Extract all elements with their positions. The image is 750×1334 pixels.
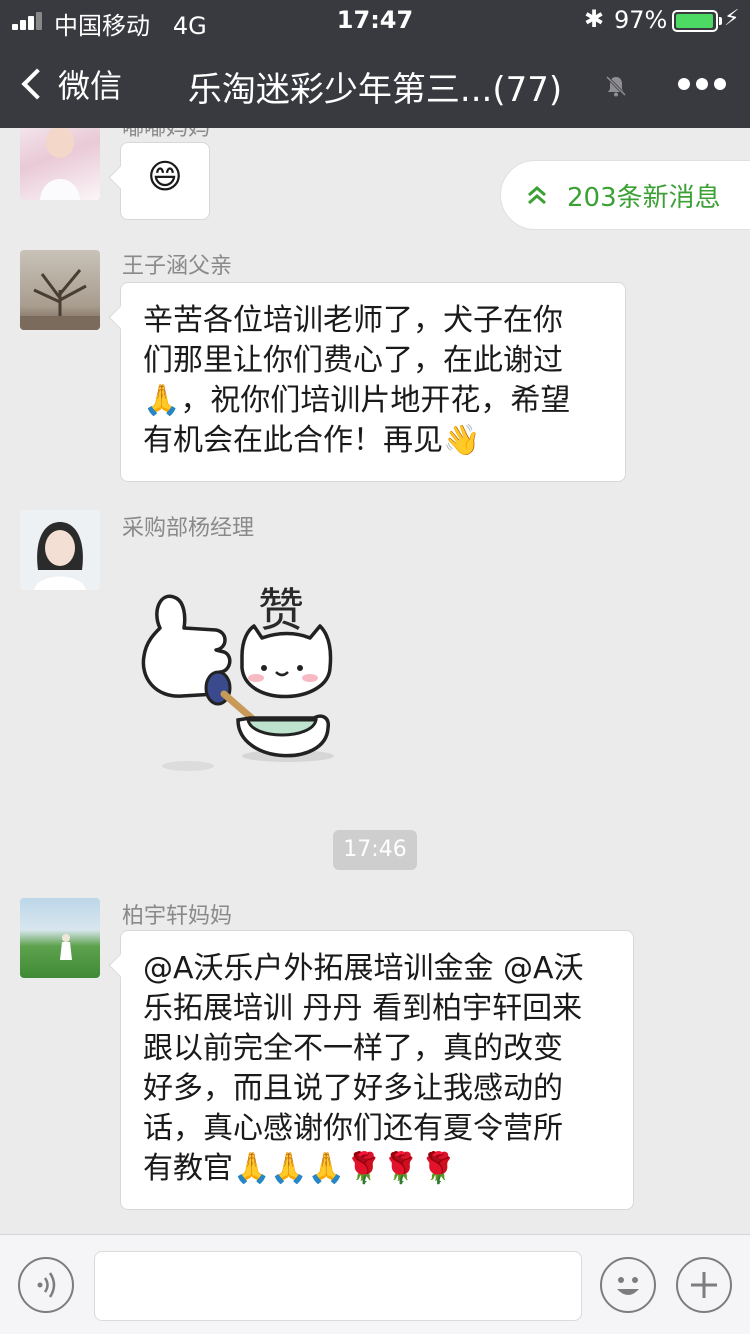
sender-name: 采购部杨经理 — [122, 516, 255, 541]
sender-name: 王子涵父亲 — [122, 254, 233, 279]
message-line: 辛苦各位培训老师了，犬子在你 — [143, 303, 563, 338]
sender-name: 嘟嘟妈妈 — [122, 128, 211, 141]
nav-bar: 微信 乐淘迷彩少年第三...(77) — [0, 40, 750, 128]
back-label: 微信 — [58, 67, 123, 105]
message-input[interactable] — [94, 1251, 582, 1321]
avatar[interactable] — [20, 128, 100, 200]
battery-percent: 97% — [614, 6, 668, 34]
bluetooth-icon: ✱ — [584, 5, 605, 33]
message-line: 话，真心感谢你们还有夏令营所 — [143, 1111, 563, 1146]
message-bubble[interactable]: 😄 — [120, 142, 210, 220]
input-bar — [0, 1234, 750, 1334]
grin-emoji: 😄 — [147, 157, 183, 197]
battery-icon — [672, 10, 722, 32]
chat-title: 乐淘迷彩少年第三...(77) — [187, 70, 563, 110]
new-messages-button[interactable]: 203条新消息 — [500, 160, 750, 230]
timestamp-divider: 17:46 — [333, 830, 417, 870]
smiley-icon — [617, 1277, 639, 1295]
message-line: 有机会在此合作！再见👋 — [143, 423, 481, 458]
status-bar: 中国移动 4G 17:47 ✱ 97% ⚡ — [0, 0, 750, 40]
avatar[interactable] — [20, 510, 100, 590]
voice-icon — [37, 1272, 56, 1298]
message-bubble[interactable]: @A沃乐户外拓展培训金金 @A沃 乐拓展培训 丹丹 看到柏宇轩回来 跟以前完全不… — [120, 930, 634, 1210]
double-chevron-up-icon — [528, 186, 546, 205]
new-messages-label: 203条新消息 — [567, 182, 721, 213]
more-actions-button[interactable] — [676, 1257, 732, 1313]
avatar[interactable] — [20, 250, 100, 330]
message-line: 好多，而且说了好多让我感动的 — [143, 1071, 563, 1106]
message-line: 有教官🙏🙏🙏🌹🌹🌹 — [143, 1151, 458, 1186]
thumbs-up-cat-sticker[interactable]: 赞 — [130, 568, 350, 808]
chat-area[interactable]: 嘟嘟妈妈 😄 203条新消息 王子涵父亲 辛苦各位培训老师了，犬子在你 们那里让… — [0, 128, 750, 1234]
back-button[interactable]: 微信 — [18, 62, 122, 106]
avatar[interactable] — [20, 898, 100, 978]
chevron-left-icon — [21, 68, 53, 100]
message-line: 跟以前完全不一样了，真的改变 — [143, 1031, 563, 1066]
message-line: 🙏，祝你们培训片地开花，希望 — [143, 383, 571, 418]
message-bubble[interactable]: 辛苦各位培训老师了，犬子在你 们那里让你们费心了，在此谢过 🙏，祝你们培训片地开… — [120, 282, 626, 482]
mute-bell-icon — [605, 75, 627, 97]
more-dots-icon — [678, 78, 690, 90]
sticker-caption: 赞 — [258, 583, 304, 637]
message-line: 们那里让你们费心了，在此谢过 — [143, 343, 563, 378]
charging-icon: ⚡ — [724, 6, 740, 31]
plus-icon — [691, 1272, 717, 1298]
message-line: @A沃乐户外拓展培训金金 @A沃 — [143, 951, 584, 986]
voice-button[interactable] — [18, 1257, 74, 1313]
sender-name: 柏宇轩妈妈 — [122, 904, 233, 929]
top-bar: 中国移动 4G 17:47 ✱ 97% ⚡ 微信 乐淘迷彩少年第三...(77) — [0, 0, 750, 128]
more-button[interactable] — [678, 78, 726, 90]
message-line: 乐拓展培训 丹丹 看到柏宇轩回来 — [143, 991, 583, 1026]
emoji-button[interactable] — [600, 1257, 656, 1313]
